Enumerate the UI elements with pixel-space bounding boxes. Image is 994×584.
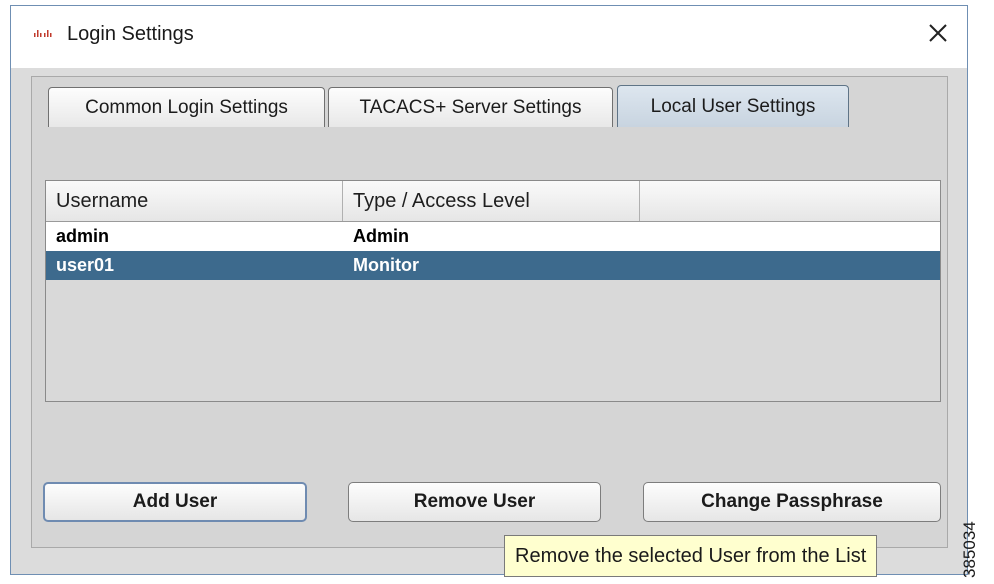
tooltip: Remove the selected User from the List — [504, 535, 878, 577]
add-user-button[interactable]: Add User — [43, 482, 307, 522]
close-icon[interactable] — [925, 20, 951, 46]
change-passphrase-button[interactable]: Change Passphrase — [643, 482, 941, 522]
window-title: Login Settings — [67, 23, 194, 45]
table-row-selected[interactable]: user01 Monitor — [46, 251, 940, 280]
table-header: Username Type / Access Level — [46, 181, 940, 222]
title-bar: Login Settings — [11, 6, 967, 68]
figure-id-label: 385034 — [960, 521, 979, 578]
cell-type: Admin — [353, 226, 409, 246]
column-header-empty[interactable] — [640, 181, 940, 221]
remove-user-button[interactable]: Remove User — [348, 482, 601, 522]
login-settings-dialog: Login Settings Common Login Settings TAC… — [10, 5, 968, 575]
column-header-username[interactable]: Username — [46, 181, 343, 221]
cell-username: admin — [56, 226, 110, 246]
users-table: Username Type / Access Level admin Admin… — [45, 180, 941, 402]
column-header-type-access-level[interactable]: Type / Access Level — [343, 181, 640, 221]
cell-username: user01 — [56, 255, 115, 275]
tab-common-login-settings[interactable]: Common Login Settings — [48, 87, 325, 127]
tab-tacacs-server-settings[interactable]: TACACS+ Server Settings — [328, 87, 613, 127]
tab-local-user-settings[interactable]: Local User Settings — [617, 85, 849, 127]
cell-type: Monitor — [353, 255, 419, 275]
table-row[interactable]: admin Admin — [46, 222, 940, 251]
cisco-logo-icon — [34, 30, 52, 37]
